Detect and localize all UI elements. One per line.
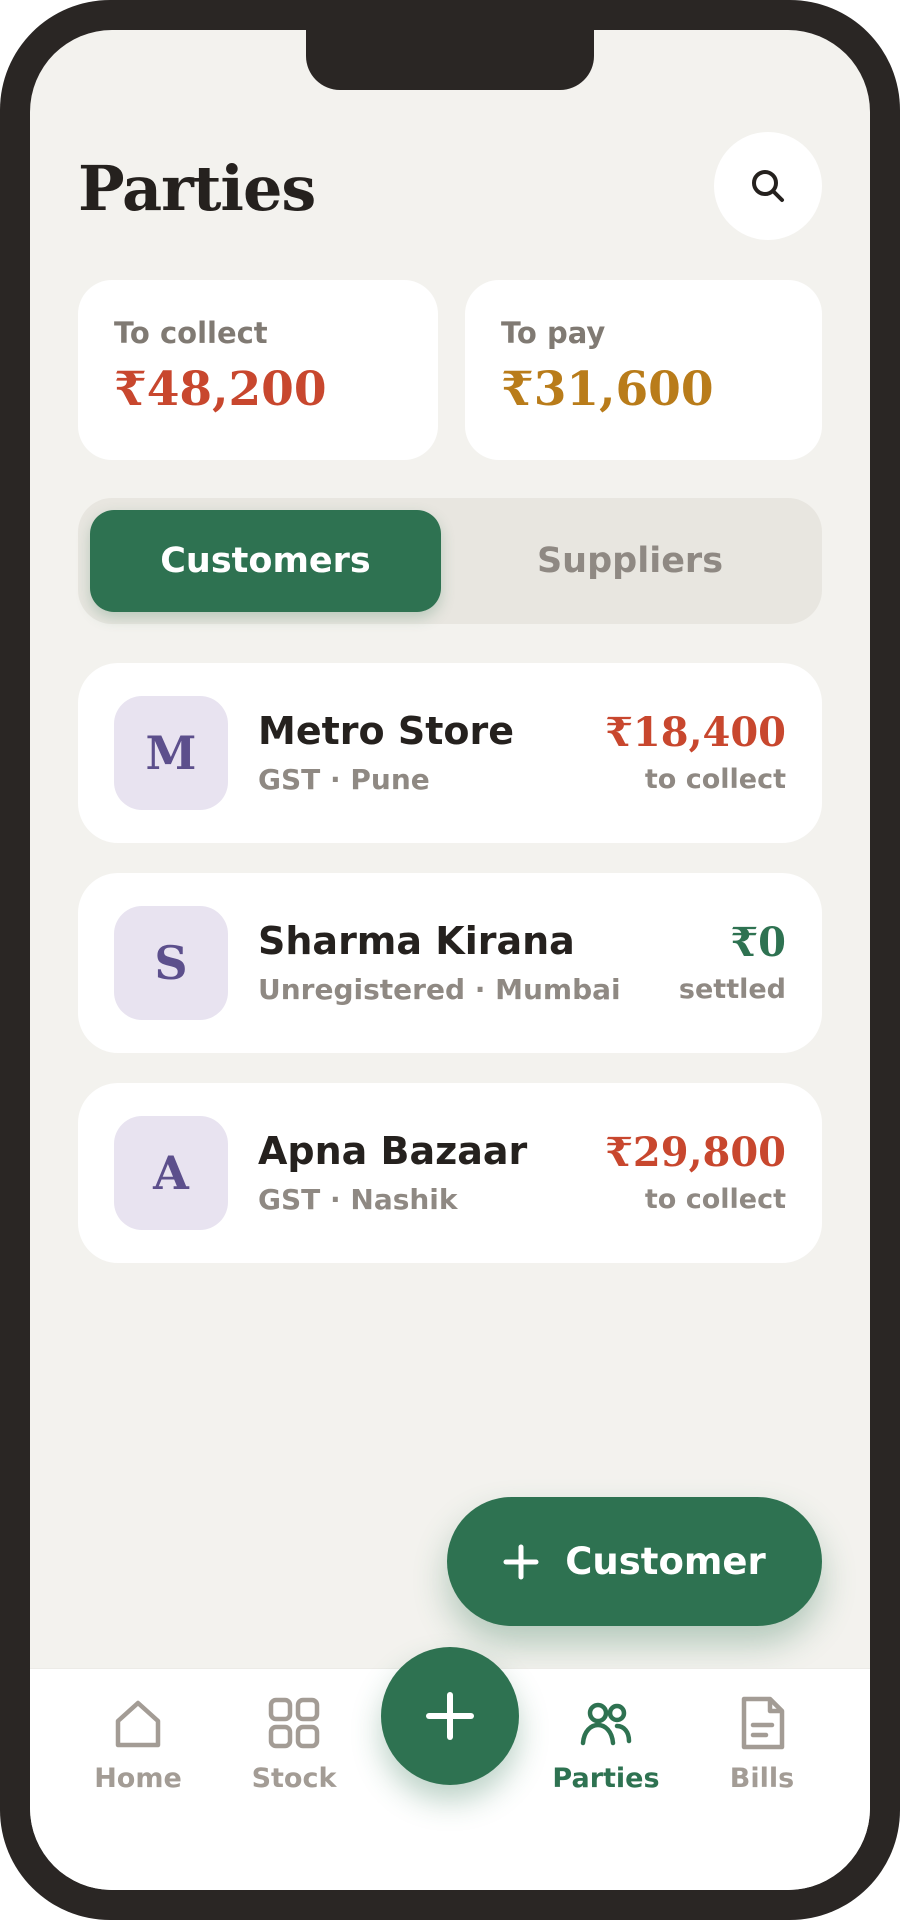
tab-parties-label: Parties	[552, 1763, 660, 1794]
device-notch	[306, 30, 594, 90]
home-icon	[115, 1700, 161, 1748]
to-pay-label: To pay	[501, 316, 606, 350]
to-pay-value: ₹31,600	[501, 362, 714, 417]
search-icon	[752, 170, 784, 202]
segment-suppliers[interactable]: Suppliers	[450, 510, 810, 612]
avatar: A	[114, 1116, 228, 1230]
avatar: S	[114, 906, 228, 1020]
party-row[interactable]: M Metro Store GST · Pune ₹18,400 to coll…	[78, 663, 822, 843]
to-collect-card[interactable]: To collect ₹48,200	[78, 280, 438, 460]
tab-bills-label: Bills	[729, 1763, 795, 1794]
avatar: M	[114, 696, 228, 810]
segment-customers[interactable]: Customers	[90, 510, 441, 612]
tab-parties[interactable]: Parties	[536, 1695, 676, 1815]
party-name: Sharma Kirana	[258, 919, 575, 963]
tab-stock[interactable]: Stock	[224, 1695, 364, 1815]
party-balance-status: to collect	[644, 764, 786, 795]
party-row[interactable]: S Sharma Kirana Unregistered · Mumbai ₹0…	[78, 873, 822, 1053]
to-pay-card[interactable]: To pay ₹31,600	[465, 280, 822, 460]
tab-stock-label: Stock	[251, 1763, 337, 1794]
party-name: Apna Bazaar	[258, 1129, 528, 1173]
to-collect-label: To collect	[114, 316, 268, 350]
party-balance: ₹18,400	[605, 709, 786, 756]
party-row[interactable]: A Apna Bazaar GST · Nashik ₹29,800 to co…	[78, 1083, 822, 1263]
party-details: Unregistered · Mumbai	[258, 973, 621, 1006]
party-balance-status: settled	[678, 974, 786, 1005]
party-name: Metro Store	[258, 709, 514, 753]
party-balance: ₹29,800	[605, 1129, 786, 1176]
add-customer-button[interactable]: Customer	[447, 1497, 822, 1626]
to-collect-value: ₹48,200	[114, 362, 327, 417]
plus-icon	[426, 1692, 474, 1740]
party-details: GST · Pune	[258, 763, 430, 796]
search-button[interactable]	[714, 132, 822, 240]
plus-icon	[503, 1544, 539, 1579]
quick-add-button[interactable]	[381, 1647, 519, 1785]
document-icon	[741, 1696, 785, 1750]
party-balance-status: to collect	[644, 1184, 786, 1215]
party-balance: ₹0	[730, 919, 786, 966]
tab-home[interactable]: Home	[68, 1695, 208, 1815]
party-details: GST · Nashik	[258, 1183, 458, 1216]
app-screen: Parties To collect ₹48,200 To pay ₹31,60…	[30, 30, 870, 1890]
add-customer-label: Customer	[565, 1540, 766, 1583]
users-icon	[580, 1702, 632, 1746]
page-title: Parties	[78, 152, 316, 225]
party-type-toggle: Customers Suppliers	[78, 498, 822, 624]
tab-bills[interactable]: Bills	[692, 1695, 832, 1815]
tab-home-label: Home	[94, 1763, 182, 1794]
phone-frame: Parties To collect ₹48,200 To pay ₹31,60…	[0, 0, 900, 1920]
grid-icon	[268, 1697, 320, 1749]
